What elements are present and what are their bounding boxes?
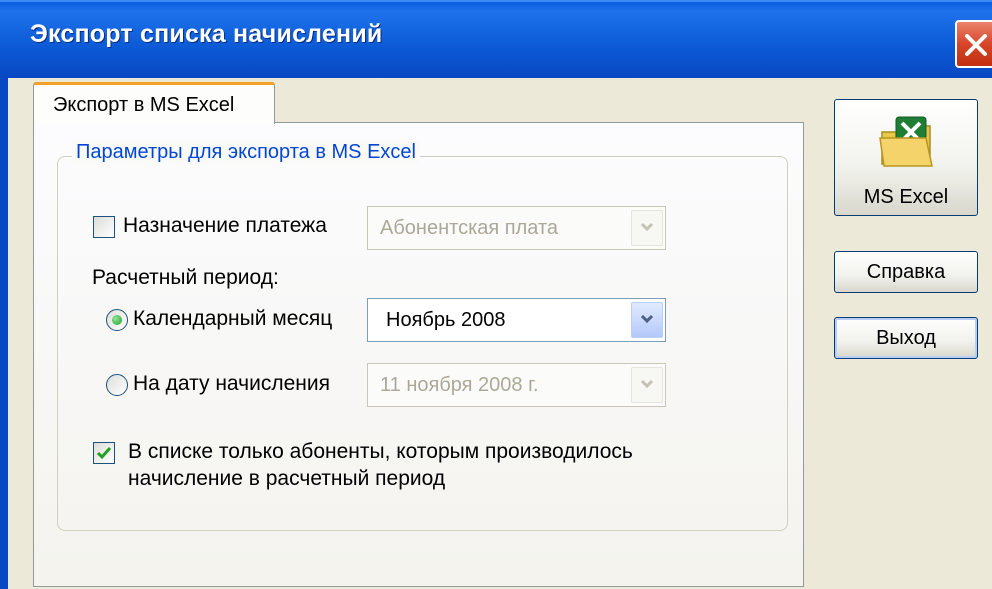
ms-excel-button-label: MS Excel	[863, 186, 949, 208]
chevron-down-icon	[640, 379, 654, 389]
on-date-value: 11 ноября 2008 г.	[380, 374, 539, 396]
payment-purpose-value: Абонентская плата	[380, 217, 559, 239]
close-button[interactable]	[955, 20, 992, 68]
payment-purpose-checkbox[interactable]	[93, 216, 115, 238]
calendar-month-value: Ноябрь 2008	[386, 309, 506, 331]
radio-selected-dot	[112, 315, 122, 325]
on-date-dropdown-button[interactable]	[631, 367, 663, 403]
calendar-month-dropdown-button[interactable]	[631, 302, 663, 338]
exit-button[interactable]: Выход	[834, 317, 978, 359]
on-date-radio[interactable]	[106, 374, 128, 396]
ms-excel-button[interactable]: MS Excel	[834, 99, 978, 216]
only-charged-checkbox[interactable]	[93, 442, 115, 464]
chevron-down-icon	[640, 222, 654, 232]
calendar-month-label[interactable]: Календарный месяц	[133, 307, 332, 331]
only-charged-label-line2[interactable]: начисление в расчетный период	[128, 467, 445, 491]
payment-purpose-label[interactable]: Назначение платежа	[123, 214, 327, 238]
help-button-label: Справка	[866, 261, 946, 283]
excel-folder-icon	[879, 116, 933, 167]
group-legend: Параметры для экспорта в MS Excel	[72, 141, 420, 164]
tab-export-excel[interactable]: Экспорт в MS Excel	[33, 82, 275, 124]
title-bar[interactable]: Экспорт списка начислений	[0, 0, 992, 78]
checkmark-icon	[96, 447, 112, 460]
period-label: Расчетный период:	[92, 266, 279, 289]
payment-purpose-dropdown-button[interactable]	[631, 210, 663, 246]
only-charged-label-line1[interactable]: В списке только абоненты, которым произв…	[128, 440, 633, 464]
chevron-down-icon	[640, 314, 654, 324]
calendar-month-select[interactable]: Ноябрь 2008	[367, 298, 666, 342]
calendar-month-radio[interactable]	[106, 309, 128, 331]
close-icon	[965, 34, 987, 56]
on-date-label[interactable]: На дату начисления	[133, 372, 330, 396]
payment-purpose-select[interactable]: Абонентская плата	[367, 206, 666, 250]
window-border	[0, 78, 8, 589]
help-button[interactable]: Справка	[834, 251, 978, 293]
exit-button-label: Выход	[876, 327, 936, 349]
window-title: Экспорт списка начислений	[30, 20, 383, 48]
on-date-picker[interactable]: 11 ноября 2008 г.	[367, 363, 666, 407]
tab-label: Экспорт в MS Excel	[53, 94, 235, 116]
